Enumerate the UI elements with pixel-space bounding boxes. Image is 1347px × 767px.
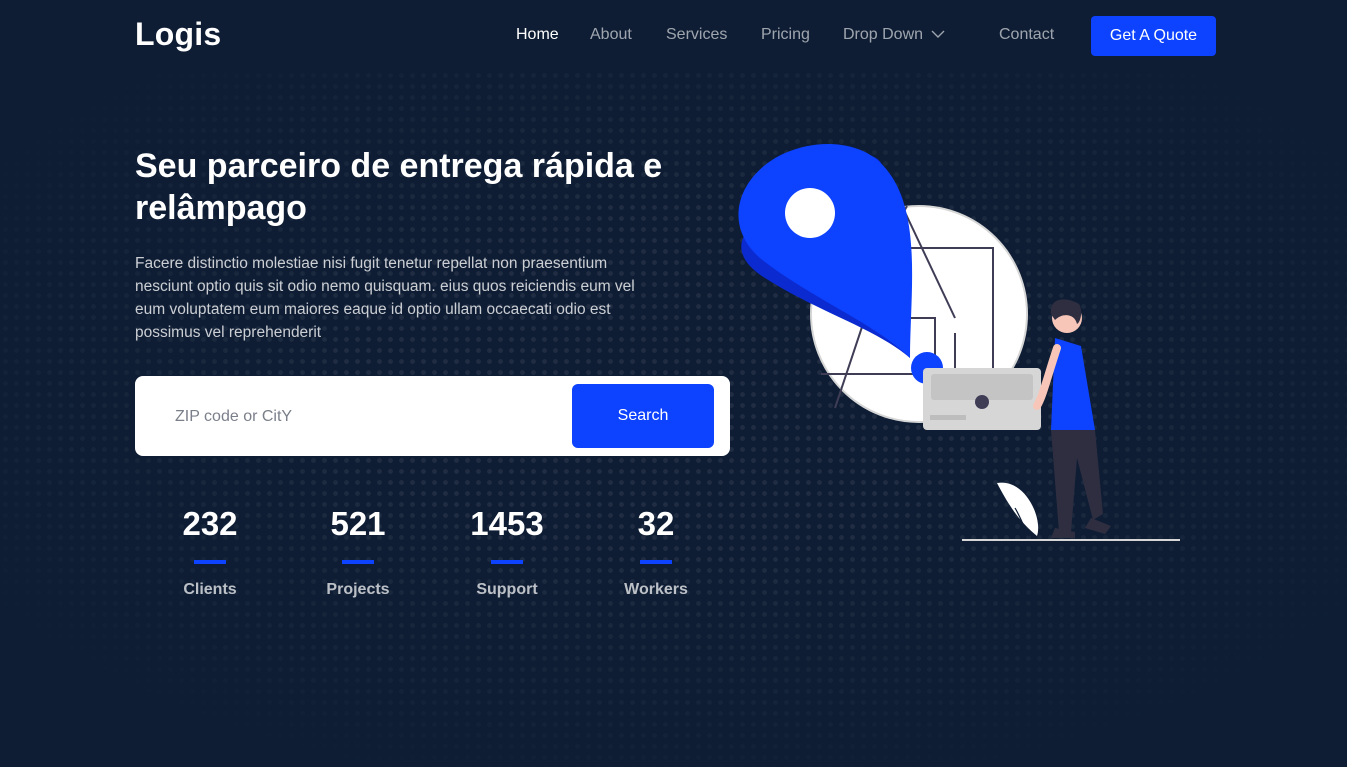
- stat-label: Workers: [624, 581, 688, 598]
- stat-projects: 521 Projects: [283, 504, 433, 599]
- hero-description: Facere distinctio molestiae nisi fugit t…: [135, 255, 635, 341]
- hero-title: Seu parceiro de entrega rápida e relâmpa…: [135, 147, 663, 227]
- stat-value: 32: [637, 505, 675, 542]
- stat-divider: [194, 560, 226, 564]
- site-logo[interactable]: Logis: [135, 16, 221, 53]
- nav-pricing[interactable]: Pricing: [761, 26, 810, 44]
- nav-dropdown-label: Drop Down: [843, 26, 924, 44]
- stat-value: 1453: [470, 505, 544, 542]
- stat-label: Projects: [326, 581, 390, 598]
- nav-contact[interactable]: Contact: [999, 26, 1054, 44]
- get-a-quote-button[interactable]: Get A Quote: [1091, 16, 1216, 56]
- stat-value: 232: [182, 505, 238, 542]
- stat-support: 1453 Support: [432, 504, 582, 599]
- search-button[interactable]: Search: [572, 384, 714, 448]
- nav-dropdown[interactable]: Drop Down: [843, 26, 945, 44]
- stat-divider: [342, 560, 374, 564]
- nav-home[interactable]: Home: [516, 26, 559, 44]
- plant-leaf: [997, 482, 1039, 537]
- stat-value: 521: [330, 505, 386, 542]
- package-box: [923, 368, 1041, 430]
- zip-city-input[interactable]: [173, 400, 557, 434]
- stat-divider: [491, 560, 523, 564]
- nav-about[interactable]: About: [590, 26, 632, 44]
- delivery-location-pin-illustration: [738, 143, 1180, 541]
- nav-services[interactable]: Services: [666, 26, 727, 44]
- stat-workers: 32 Workers: [581, 504, 731, 599]
- chevron-down-icon: [931, 26, 945, 44]
- stat-label: Clients: [183, 581, 237, 598]
- site-header: Logis Home About Services Pricing Drop D…: [0, 0, 1347, 72]
- search-form: Search: [135, 376, 730, 456]
- stat-label: Support: [476, 581, 538, 598]
- person-figure: [1033, 299, 1111, 538]
- stat-clients: 232 Clients: [135, 504, 285, 599]
- stat-divider: [640, 560, 672, 564]
